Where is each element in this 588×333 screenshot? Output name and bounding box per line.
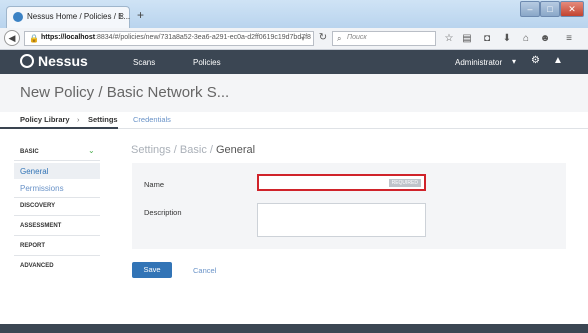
divider (14, 235, 100, 236)
description-label: Description (144, 208, 182, 217)
new-tab-button[interactable]: + (137, 8, 144, 22)
name-label: Name (144, 180, 165, 189)
divider (14, 255, 100, 256)
reading-list-icon[interactable]: ▤ (460, 33, 474, 44)
divider (14, 160, 100, 161)
home-icon[interactable]: ⌂ (519, 33, 533, 44)
close-tab-icon[interactable]: × (119, 11, 124, 21)
name-input[interactable]: REQUIRED (257, 174, 426, 191)
star-icon[interactable]: ☆ (442, 33, 456, 44)
divider (14, 215, 100, 216)
address-bar[interactable]: 🔒 https://localhost:8834/#/policies/new/… (24, 31, 314, 46)
chat-icon[interactable]: ☻ (538, 33, 552, 44)
pocket-icon[interactable]: ◘ (480, 33, 494, 44)
menu-icon[interactable]: ≡ (562, 33, 576, 44)
crumb-policy-library[interactable]: Policy Library (20, 115, 70, 124)
app-logo[interactable]: Nessus (38, 53, 88, 69)
page-title: New Policy / Basic Network S... (20, 84, 230, 101)
sidebar-section-discovery[interactable]: DISCOVERY (20, 203, 55, 209)
nav-policies[interactable]: Policies (193, 58, 221, 67)
url-text: https://localhost:8834/#/policies/new/73… (41, 34, 311, 41)
sidebar-item-permissions[interactable]: Permissions (20, 184, 64, 193)
maximize-button[interactable]: □ (540, 1, 560, 17)
section-heading: Settings / Basic / General (131, 144, 256, 156)
browser-tab[interactable]: Nessus Home / Policies / E... × (6, 6, 130, 28)
user-menu[interactable]: Administrator (455, 58, 502, 67)
nessus-favicon-icon (13, 12, 23, 22)
search-placeholder: Поиск (347, 34, 367, 41)
dropdown-icon[interactable]: ▾ (301, 34, 305, 43)
taskbar (0, 324, 588, 333)
sidebar-item-general[interactable]: General (20, 167, 48, 176)
required-badge: REQUIRED (388, 179, 421, 187)
download-icon[interactable]: ⬇ (500, 33, 514, 44)
crumb-separator: › (77, 115, 80, 124)
reload-icon[interactable]: ↻ (316, 32, 330, 43)
search-icon: ⌕ (337, 34, 342, 43)
divider (14, 197, 100, 198)
cancel-link[interactable]: Cancel (193, 266, 216, 275)
minimize-button[interactable]: – (520, 1, 540, 17)
lock-icon: 🔒 (29, 34, 39, 43)
back-icon[interactable]: ◀ (4, 30, 20, 46)
tab-credentials[interactable]: Credentials (133, 115, 171, 124)
caret-down-icon[interactable]: ▾ (512, 57, 516, 66)
nessus-logo-icon (20, 54, 34, 68)
save-button[interactable]: Save (132, 262, 172, 278)
app-header: Nessus Scans Policies Administrator ▾ ⚙ … (0, 50, 588, 74)
browser-navbar: ◀ 🔒 https://localhost:8834/#/policies/ne… (0, 28, 588, 50)
bell-icon[interactable]: ▲ (553, 55, 563, 66)
chevron-down-icon[interactable]: ⌄ (88, 146, 95, 155)
title-band: New Policy / Basic Network S... (0, 74, 588, 112)
close-window-button[interactable]: ✕ (560, 1, 584, 17)
gear-icon[interactable]: ⚙ (531, 55, 540, 66)
sidebar-section-assessment[interactable]: ASSESSMENT (20, 223, 61, 229)
description-field[interactable] (257, 203, 426, 237)
tab-settings[interactable]: Settings (88, 115, 118, 124)
nav-scans[interactable]: Scans (133, 58, 155, 67)
sidebar-section-advanced[interactable]: ADVANCED (20, 263, 54, 269)
tab-title: Nessus Home / Policies / E... (27, 12, 131, 21)
sidebar-section-report[interactable]: REPORT (20, 243, 45, 249)
sidebar-section-basic[interactable]: BASIC (20, 149, 39, 155)
search-box[interactable]: ⌕ Поиск (332, 31, 436, 46)
